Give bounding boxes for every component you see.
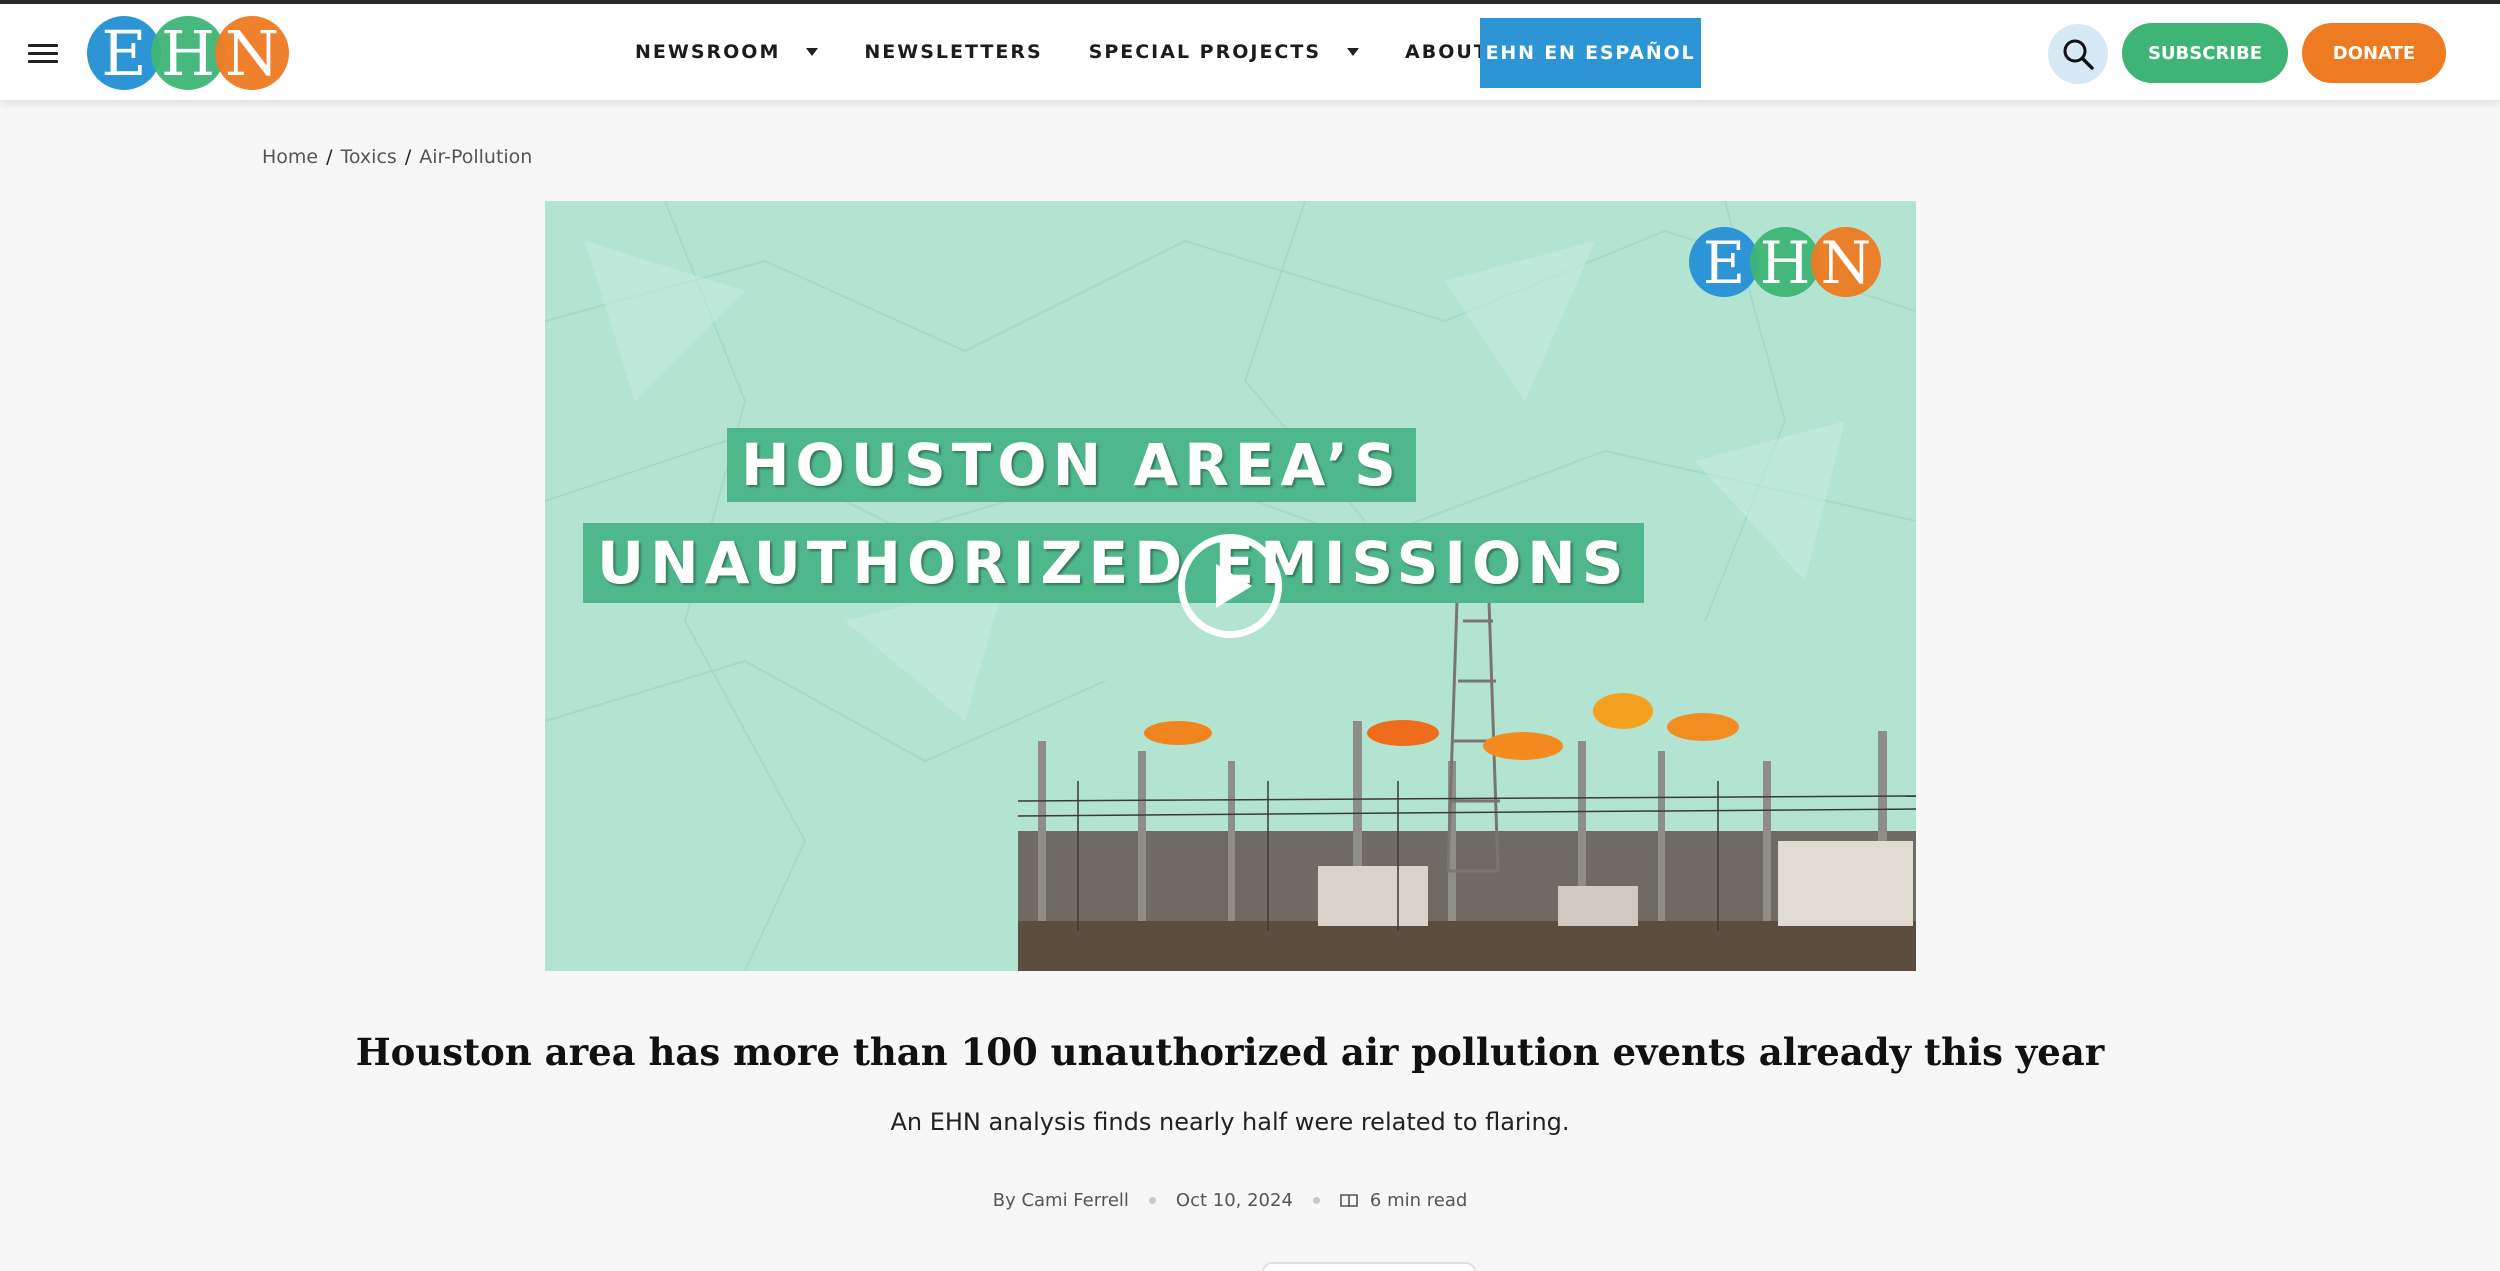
breadcrumb: Home / Toxics / Air-Pollution — [262, 146, 532, 168]
nav-special-projects-label: SPECIAL PROJECTS — [1088, 41, 1322, 63]
search-icon — [2063, 39, 2094, 70]
main-nav: NEWSROOM NEWSLETTERS SPECIAL PROJECTS AB… — [635, 4, 1614, 100]
nav-newsletters-label: NEWSLETTERS — [864, 41, 1043, 63]
play-icon — [1216, 564, 1252, 608]
hero-title-line-2: UNAUTHORIZED EMISSIONS — [583, 523, 1644, 603]
hero-ehn-logo: E H N — [1688, 225, 1882, 299]
publish-date: Oct 10, 2024 — [1175, 1190, 1293, 1211]
caret-down-icon — [1347, 48, 1360, 56]
refinery-flares-photo — [1018, 541, 1916, 971]
breadcrumb-toxics[interactable]: Toxics — [341, 146, 397, 168]
hero-title-line-1: HOUSTON AREA’S — [727, 428, 1416, 502]
nav-special-projects[interactable]: SPECIAL PROJECTS — [1088, 41, 1360, 63]
nav-newsroom[interactable]: NEWSROOM — [635, 41, 819, 63]
site-header: E H N NEWSROOM NEWSLETTERS SPECIAL PROJE… — [0, 4, 2500, 100]
breadcrumb-separator: / — [326, 146, 333, 168]
hero-ehn-logo-graphic: E H N — [1689, 227, 1881, 297]
svg-text:N: N — [225, 17, 279, 90]
svg-text:H: H — [161, 17, 215, 90]
nav-newsletters[interactable]: NEWSLETTERS — [864, 41, 1042, 63]
article-meta: By Cami Ferrell Oct 10, 2024 6 min read — [0, 1190, 2460, 1211]
ehn-logo-graphic: E H N — [87, 16, 289, 90]
ehn-logo[interactable]: E H N — [86, 14, 290, 92]
donate-button[interactable]: DONATE — [2302, 23, 2446, 83]
share-bar-partial — [1262, 1262, 1476, 1271]
breadcrumb-separator: / — [404, 146, 412, 168]
author-byline[interactable]: By Cami Ferrell — [993, 1190, 1129, 1211]
breadcrumb-home[interactable]: Home — [262, 146, 318, 168]
svg-text:N: N — [1821, 229, 1872, 297]
meta-separator — [1312, 1197, 1320, 1204]
search-button[interactable] — [2048, 24, 2108, 84]
read-time: 6 min read — [1369, 1190, 1468, 1211]
ehn-en-espanol-button[interactable]: EHN EN ESPAÑOL — [1480, 18, 1701, 88]
article-headline: Houston area has more than 100 unauthori… — [355, 1030, 2105, 1074]
svg-text:H: H — [1760, 229, 1811, 297]
play-button[interactable] — [1178, 534, 1282, 638]
meta-separator — [1148, 1197, 1156, 1204]
article-subhead: An EHN analysis finds nearly half were r… — [890, 1108, 1570, 1136]
book-icon — [1340, 1193, 1358, 1207]
caret-down-icon — [806, 48, 819, 56]
breadcrumb-air-pollution[interactable]: Air-Pollution — [419, 146, 532, 168]
svg-text:E: E — [101, 17, 146, 90]
hamburger-menu-icon[interactable] — [28, 44, 58, 64]
subscribe-button[interactable]: SUBSCRIBE — [2122, 23, 2288, 83]
nav-newsroom-label: NEWSROOM — [635, 41, 781, 63]
svg-text:E: E — [1703, 229, 1745, 297]
hero-video[interactable]: HOUSTON AREA’S UNAUTHORIZED EMISSIONS E … — [545, 201, 1916, 971]
